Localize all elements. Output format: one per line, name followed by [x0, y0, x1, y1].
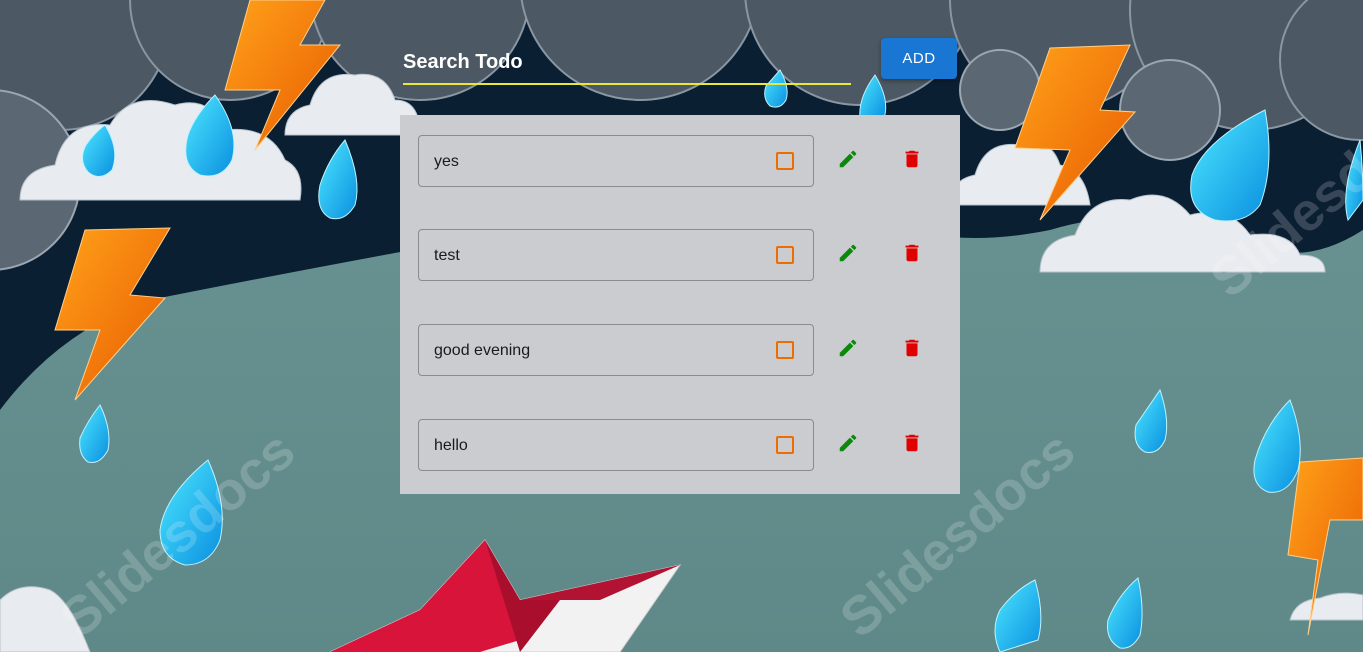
todo-field[interactable]: yes [418, 135, 814, 187]
edit-button[interactable] [834, 145, 862, 173]
checkbox-outline-icon[interactable] [776, 436, 794, 454]
todo-list: yes test good evening hello [400, 115, 960, 494]
search-input[interactable] [403, 44, 851, 80]
delete-button[interactable] [898, 239, 926, 267]
todo-text: test [434, 247, 460, 264]
delete-button[interactable] [898, 145, 926, 173]
todo-field[interactable]: hello [418, 419, 814, 471]
todo-item: hello [418, 419, 960, 474]
todo-item: yes [418, 135, 960, 190]
trash-icon [905, 244, 919, 262]
pencil-icon [839, 339, 857, 357]
trash-icon [905, 339, 919, 357]
checkbox-outline-icon[interactable] [776, 246, 794, 264]
todo-item: good evening [418, 324, 960, 379]
trash-icon [905, 150, 919, 168]
search-field [403, 44, 851, 85]
pencil-icon [839, 150, 857, 168]
todo-text: yes [434, 153, 459, 170]
todo-field[interactable]: good evening [418, 324, 814, 376]
edit-button[interactable] [834, 429, 862, 457]
trash-icon [905, 434, 919, 452]
todo-text: good evening [434, 342, 531, 359]
edit-button[interactable] [834, 334, 862, 362]
delete-button[interactable] [898, 334, 926, 362]
todo-item: test [418, 229, 960, 284]
todo-field[interactable]: test [418, 229, 814, 281]
edit-button[interactable] [834, 239, 862, 267]
checkbox-outline-icon[interactable] [776, 152, 794, 170]
checkbox-outline-icon[interactable] [776, 341, 794, 359]
todo-text: hello [434, 437, 468, 454]
delete-button[interactable] [898, 429, 926, 457]
pencil-icon [839, 434, 857, 452]
pencil-icon [839, 244, 857, 262]
add-button[interactable]: ADD [881, 38, 957, 79]
